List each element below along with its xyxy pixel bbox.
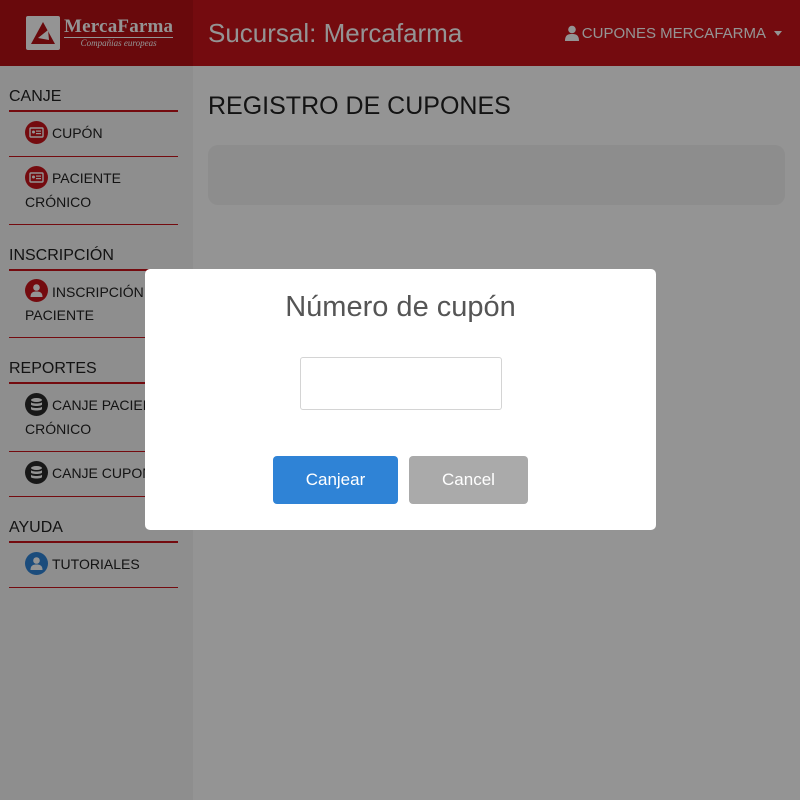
redeem-button[interactable]: Canjear <box>273 456 398 504</box>
coupon-dialog: Número de cupón Canjear Cancel <box>145 269 656 530</box>
dialog-title: Número de cupón <box>285 291 516 323</box>
cancel-button[interactable]: Cancel <box>409 456 528 504</box>
coupon-number-input[interactable] <box>300 357 502 410</box>
